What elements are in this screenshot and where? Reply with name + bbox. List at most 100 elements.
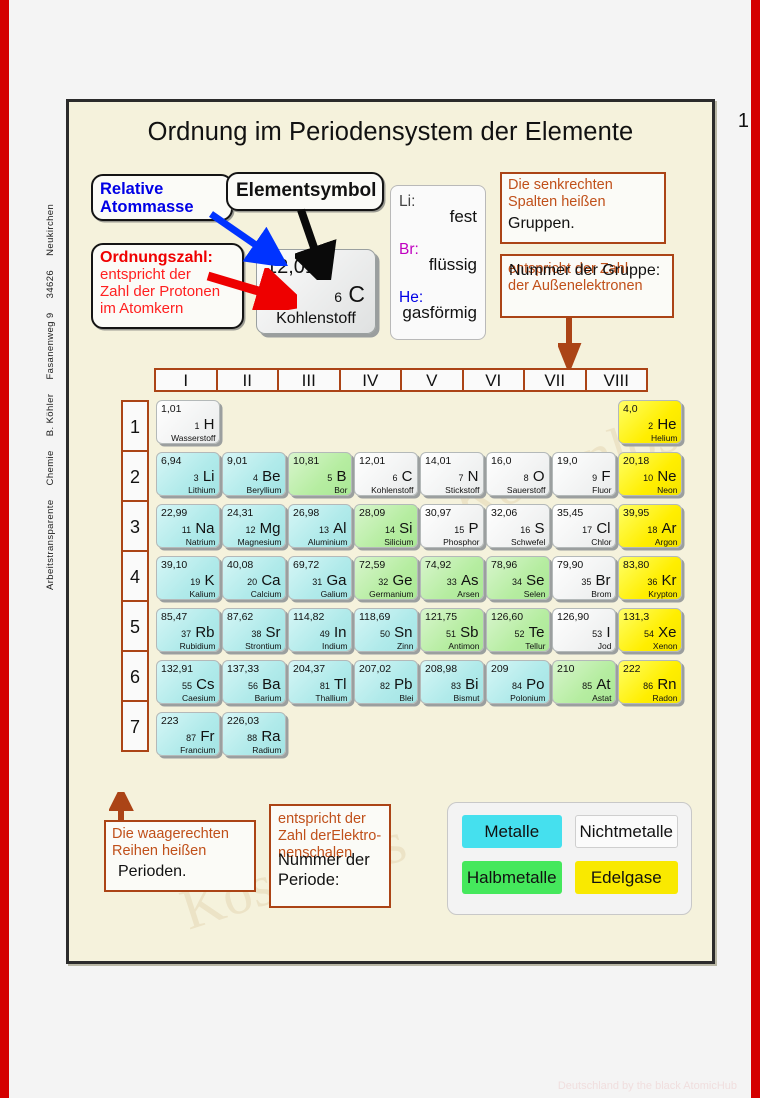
element-cell-at[interactable]: 210 85 At Astat: [552, 660, 616, 704]
element-symbol: 85 At: [582, 676, 610, 693]
element-cell-be[interactable]: 9,01 4 Be Beryllium: [222, 452, 286, 496]
element-cell-ne[interactable]: 20,18 10 Ne Neon: [618, 452, 682, 496]
element-mass: 26,98: [293, 507, 320, 519]
element-symbol-letter: Sn: [394, 624, 413, 641]
element-cell-te[interactable]: 126,60 52 Te Tellur: [486, 608, 550, 652]
element-cell-xe[interactable]: 131,3 54 Xe Xenon: [618, 608, 682, 652]
element-symbol: 8 O: [524, 468, 545, 485]
element-cell-si[interactable]: 28,09 14 Si Silicium: [354, 504, 418, 548]
group-header-cell[interactable]: I: [154, 368, 218, 392]
period-number-cell[interactable]: 2: [121, 450, 149, 502]
element-cell-ca[interactable]: 40,08 20 Ca Calcium: [222, 556, 286, 600]
element-cell-o[interactable]: 16,0 8 O Sauerstoff: [486, 452, 550, 496]
element-cell-cs[interactable]: 132,91 55 Cs Caesium: [156, 660, 220, 704]
element-cell-k[interactable]: 39,10 19 K Kalium: [156, 556, 220, 600]
group-header-cell[interactable]: VI: [461, 368, 525, 392]
element-cell-li[interactable]: 6,94 3 Li Lithium: [156, 452, 220, 496]
element-cell-p[interactable]: 30,97 15 P Phosphor: [420, 504, 484, 548]
element-cell-kr[interactable]: 83,80 36 Kr Krypton: [618, 556, 682, 600]
group-header-cell[interactable]: VII: [523, 368, 587, 392]
element-symbol-letter: At: [596, 676, 611, 693]
periodic-table-row: 1,01 1 H Wasserstoff 4,0 2 He Helium: [156, 400, 684, 452]
element-cell-h[interactable]: 1,01 1 H Wasserstoff: [156, 400, 220, 444]
element-mass: 126,60: [491, 611, 524, 623]
element-symbol: 7 N: [458, 468, 478, 485]
element-mass: 118,69: [359, 611, 391, 623]
element-cell-b[interactable]: 10,81 5 B Bor: [288, 452, 352, 496]
element-symbol-letter: Cs: [196, 676, 215, 693]
element-cell-mg[interactable]: 24,31 12 Mg Magnesium: [222, 504, 286, 548]
element-symbol-letter: F: [601, 468, 611, 485]
legend-chip-nonmetals[interactable]: Nichtmetalle: [574, 815, 678, 848]
element-mass: 72,59: [359, 559, 386, 571]
element-symbol-letter: N: [467, 468, 479, 485]
element-cell-f[interactable]: 19,0 9 F Fluor: [552, 452, 616, 496]
group-header-cell[interactable]: V: [400, 368, 464, 392]
group-header-cell[interactable]: II: [215, 368, 279, 392]
element-cell-n[interactable]: 14,01 7 N Stickstoff: [420, 452, 484, 496]
period-number-cell[interactable]: 6: [121, 650, 149, 702]
period-number-cell[interactable]: 5: [121, 600, 149, 652]
period-number-cell[interactable]: 3: [121, 500, 149, 552]
element-cell-bi[interactable]: 208,98 83 Bi Bismut: [420, 660, 484, 704]
element-cell-s[interactable]: 32,06 16 S Schwefel: [486, 504, 550, 548]
element-name: Germanium: [369, 589, 414, 599]
period-number-cell[interactable]: 4: [121, 550, 149, 602]
element-cell-br[interactable]: 79,90 35 Br Brom: [552, 556, 616, 600]
element-cell-fr[interactable]: 223 87 Fr Francium: [156, 712, 220, 756]
element-number: 52: [514, 629, 525, 639]
callout-line: Reihen heißen: [112, 842, 207, 859]
element-number: 56: [247, 681, 258, 691]
callout-line: Spalten heißen: [508, 193, 606, 210]
element-symbol-letter: Fr: [200, 728, 215, 745]
element-cell-i[interactable]: 126,90 53 I Jod: [552, 608, 616, 652]
element-cell-he[interactable]: 4,0 2 He Helium: [618, 400, 682, 444]
legend-chip-metals[interactable]: Metalle: [462, 815, 562, 848]
element-cell-se[interactable]: 78,96 34 Se Selen: [486, 556, 550, 600]
element-number: 16: [520, 525, 531, 535]
legend-chip-noble-gases[interactable]: Edelgase: [574, 861, 678, 894]
element-cell-sb[interactable]: 121,75 51 Sb Antimon: [420, 608, 484, 652]
element-cell-al[interactable]: 26,98 13 Al Aluminium: [288, 504, 352, 548]
group-header-cell[interactable]: III: [277, 368, 341, 392]
element-cell-ge[interactable]: 72,59 32 Ge Germanium: [354, 556, 418, 600]
element-cell-ar[interactable]: 39,95 18 Ar Argon: [618, 504, 682, 548]
element-symbol-letter: Rb: [195, 624, 215, 641]
element-cell-cl[interactable]: 35,45 17 Cl Chlor: [552, 504, 616, 548]
element-mass: 40,08: [227, 559, 254, 571]
period-number-cell[interactable]: 1: [121, 400, 149, 452]
sample-element-name: Kohlenstoff: [276, 310, 356, 327]
element-name: Galium: [320, 589, 348, 599]
element-cell-ga[interactable]: 69,72 31 Ga Galium: [288, 556, 352, 600]
element-cell-tl[interactable]: 204,37 81 Tl Thallium: [288, 660, 352, 704]
element-cell-as[interactable]: 74,92 33 As Arsen: [420, 556, 484, 600]
group-header-cell[interactable]: VIII: [584, 368, 648, 392]
element-cell-rn[interactable]: 222 86 Rn Radon: [618, 660, 682, 704]
element-cell-c[interactable]: 12,01 6 C Kohlenstoff: [354, 452, 418, 496]
group-header-cell[interactable]: IV: [338, 368, 402, 392]
legend-chip-semimetals[interactable]: Halbmetalle: [462, 861, 562, 894]
element-cell-sr[interactable]: 87,62 38 Sr Strontium: [222, 608, 286, 652]
element-symbol: 14 Si: [385, 520, 413, 537]
element-cell-na[interactable]: 22,99 11 Na Natrium: [156, 504, 220, 548]
element-cell-sn[interactable]: 118,69 50 Sn Zinn: [354, 608, 418, 652]
element-cell-ra[interactable]: 226,03 88 Ra Radium: [222, 712, 286, 756]
state-value: fest: [449, 207, 477, 226]
element-cell-rb[interactable]: 85,47 37 Rb Rubidium: [156, 608, 220, 652]
element-name: Francium: [180, 745, 216, 755]
element-name: Neon: [657, 485, 678, 495]
period-number-cell[interactable]: 7: [121, 700, 149, 752]
element-name: Caesium: [181, 693, 216, 703]
element-cell-in[interactable]: 114,82 49 In Indium: [288, 608, 352, 652]
credit-part: B. Köhler: [45, 393, 56, 437]
element-name: Phosphor: [443, 537, 480, 547]
element-cell-pb[interactable]: 207,02 82 Pb Blei: [354, 660, 418, 704]
callout-element-symbol: Elementsymbol: [226, 172, 384, 211]
sample-atomic-number: 6: [334, 289, 342, 305]
element-symbol-letter: H: [203, 416, 215, 433]
element-number: 32: [378, 577, 389, 587]
element-cell-po[interactable]: 209 84 Po Polonium: [486, 660, 550, 704]
element-cell-ba[interactable]: 137,33 56 Ba Barium: [222, 660, 286, 704]
element-name: Blei: [399, 693, 414, 703]
element-name: Arsen: [457, 589, 480, 599]
